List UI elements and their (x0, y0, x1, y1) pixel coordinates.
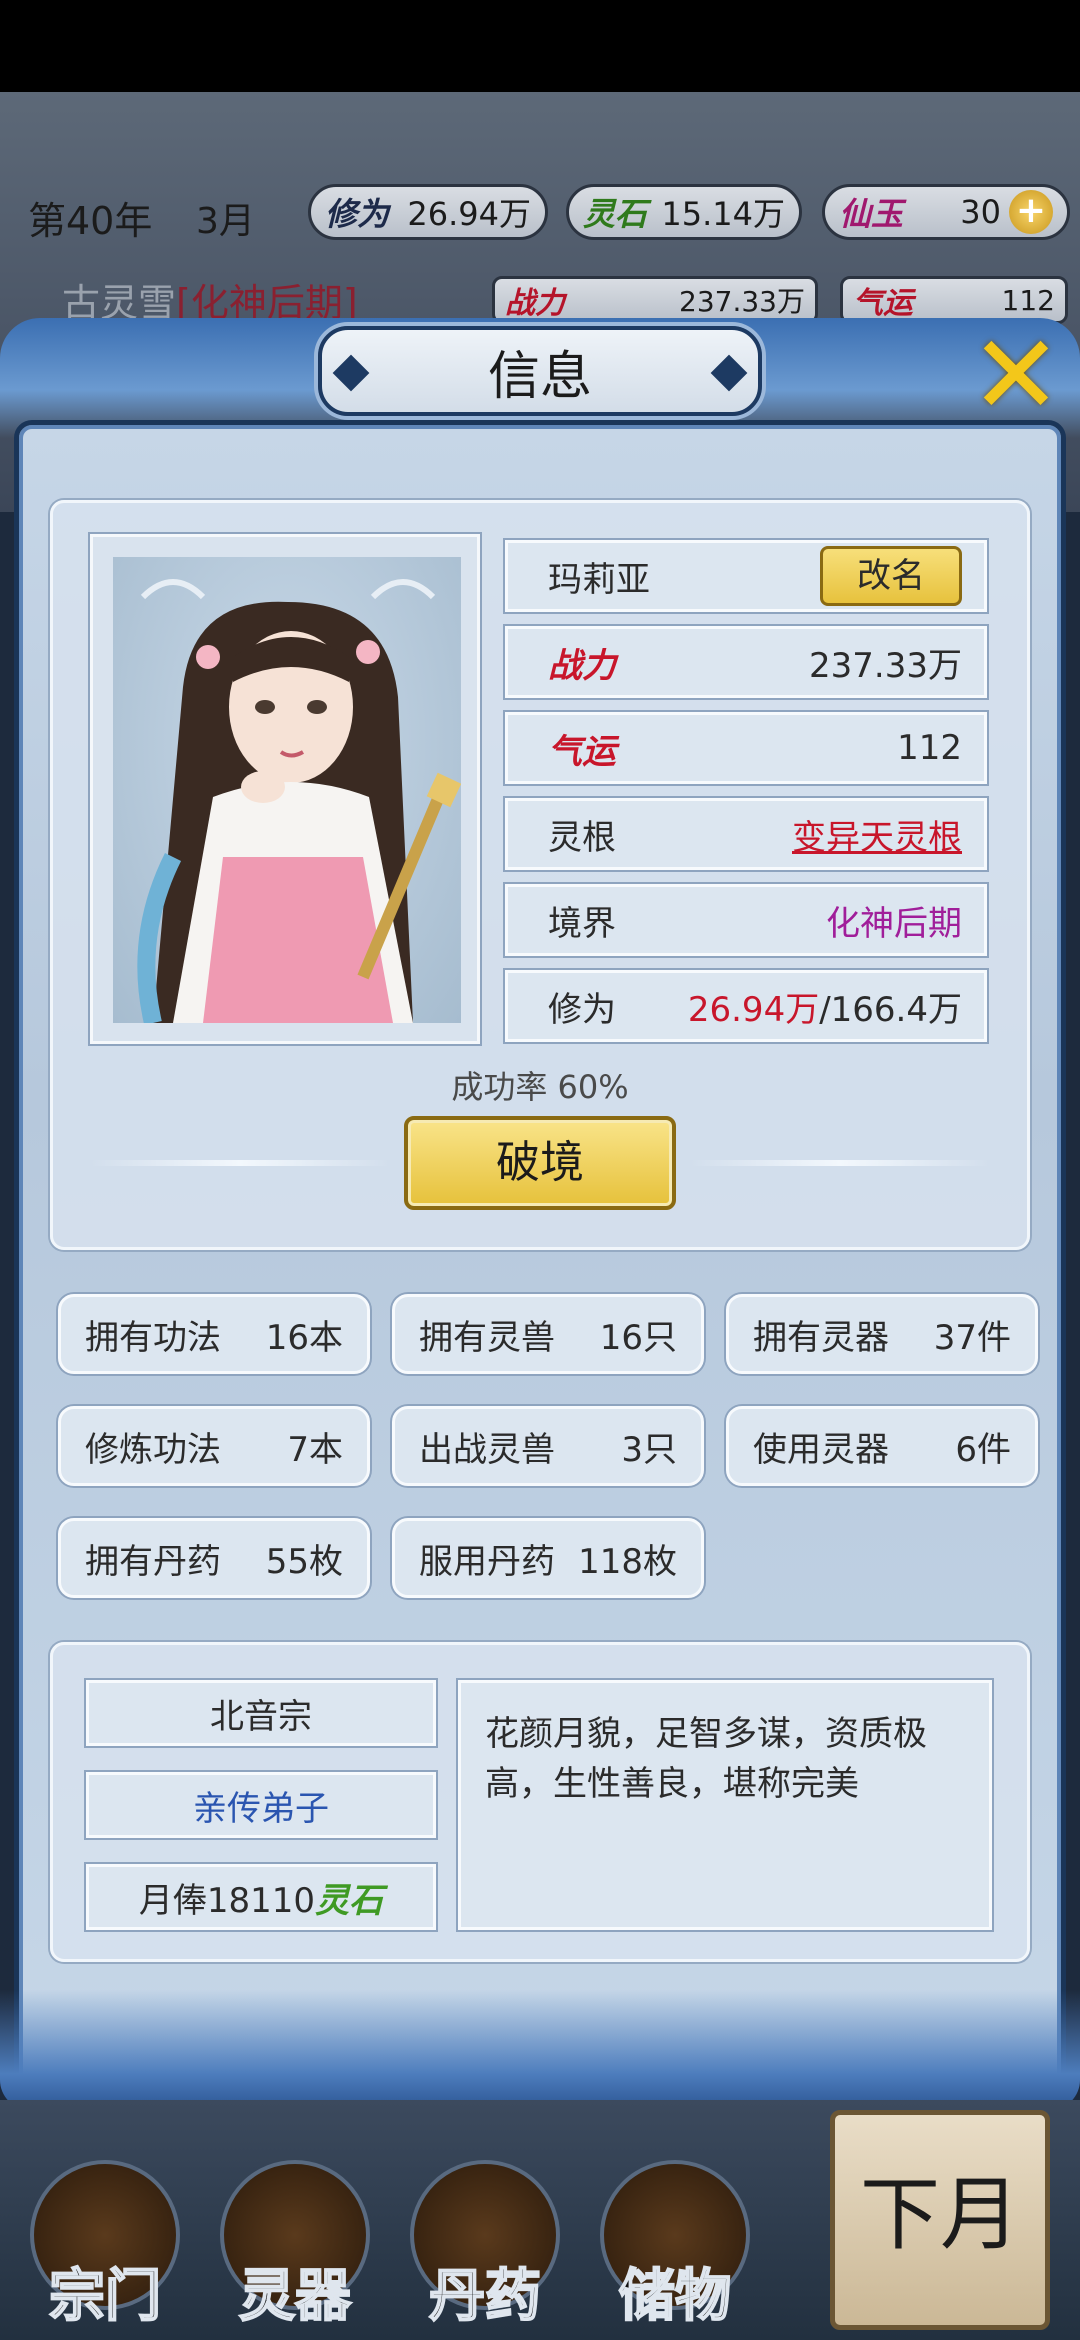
realm-row: 境界 化神后期 (505, 884, 987, 956)
luck-label: 气运 (548, 731, 616, 772)
spirit-root-link[interactable]: 变异天灵根 (792, 810, 962, 859)
divider-right (690, 1160, 990, 1166)
power-label: 战力 (548, 645, 616, 686)
nav-artifacts[interactable]: 灵器 (210, 2160, 380, 2340)
success-rate: 成功率 60% (451, 1068, 629, 1106)
stat-owned-pills[interactable]: 拥有丹药 55枚 (58, 1518, 370, 1598)
spirit-root-label: 灵根 (548, 817, 616, 858)
year-label: 第40年 (28, 199, 153, 243)
name-row: 玛莉亚 改名 (505, 540, 987, 612)
character-portrait-illustration (137, 579, 461, 1023)
nav-pills[interactable]: 丹药 (400, 2160, 570, 2340)
jade-resource: 仙玉 30 + (822, 184, 1070, 240)
power-indicator: 战力 237.33万 (492, 276, 818, 324)
spirit-stone-resource: 灵石 15.14万 (566, 184, 802, 240)
cultivation-value: 26.94万/166.4万 (687, 989, 962, 1030)
next-month-button[interactable]: 下月 (830, 2110, 1050, 2330)
power-row: 战力 237.33万 (505, 626, 987, 698)
spirit-root-row: 灵根 变异天灵根 (505, 798, 987, 870)
character-description: 花颜月貌，足智多谋，资质极高，生性善良，堪称完美 (458, 1680, 992, 1930)
stat-owned-beasts[interactable]: 拥有灵兽 16只 (392, 1294, 704, 1374)
modal-title: 信息 (487, 346, 592, 407)
status-bar-area (0, 0, 1080, 92)
rename-button[interactable]: 改名 (820, 546, 962, 606)
stat-consumed-pills[interactable]: 服用丹药 118枚 (392, 1518, 704, 1598)
modal-footer-decoration (0, 1990, 1080, 2110)
power-value: 237.33万 (809, 645, 962, 686)
character-portrait (113, 557, 461, 1023)
add-jade-button[interactable]: + (1009, 190, 1053, 234)
nav-storage[interactable]: 储物 (590, 2160, 760, 2340)
hud-resource-bar: 第40年 3月 修为 26.94万 灵石 15.14万 仙玉 30 + (0, 178, 1080, 258)
stat-battle-beasts[interactable]: 出战灵兽 3只 (392, 1406, 704, 1486)
realm-value: 化神后期 (826, 903, 962, 944)
divider-left (90, 1160, 390, 1166)
breakthrough-button[interactable]: 破境 (404, 1116, 676, 1210)
cultivation-resource: 修为 26.94万 (308, 184, 548, 240)
sect-name: 北音宗 (86, 1680, 436, 1746)
modal-title-plate: 信息 (318, 326, 762, 416)
stat-owned-techniques[interactable]: 拥有功法 16本 (58, 1294, 370, 1374)
nav-sect[interactable]: 宗门 (20, 2160, 190, 2340)
character-name-value: 玛莉亚 (548, 559, 650, 600)
realm-label: 境界 (548, 903, 616, 944)
luck-value: 112 (897, 728, 962, 768)
luck-row: 气运 112 (505, 712, 987, 784)
stat-owned-artifacts[interactable]: 拥有灵器 37件 (726, 1294, 1038, 1374)
month-label: 3月 (196, 201, 255, 242)
close-icon[interactable]: ✕ (968, 320, 1064, 430)
cultivation-label: 修为 (548, 989, 616, 1030)
stat-practicing-techniques[interactable]: 修炼功法 7本 (58, 1406, 370, 1486)
stat-used-artifacts[interactable]: 使用灵器 6件 (726, 1406, 1038, 1486)
cultivation-row: 修为 26.94万/166.4万 (505, 970, 987, 1042)
portrait-frame (90, 534, 480, 1044)
sect-salary: 月俸18110 灵石 (86, 1864, 436, 1930)
sect-rank: 亲传弟子 (86, 1772, 436, 1838)
